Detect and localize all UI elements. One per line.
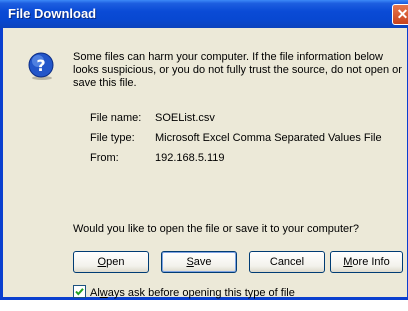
always-ask-label-accel: w: [99, 287, 108, 299]
open-button-accel: O: [97, 256, 107, 268]
from-label: From:: [90, 152, 119, 164]
always-ask-checkbox[interactable]: [73, 285, 86, 298]
file-name-row: File name: SOEList.csv: [90, 112, 215, 124]
title-bar[interactable]: File Download ✕: [0, 0, 408, 28]
file-name-value: SOEList.csv: [155, 112, 215, 124]
checkmark-icon: [75, 288, 84, 296]
always-ask-checkbox-row[interactable]: Always ask before opening this type of f…: [73, 285, 295, 299]
more-info-button[interactable]: More Info: [330, 251, 403, 273]
more-info-button-label: ore Info: [352, 256, 390, 268]
open-button[interactable]: Open: [73, 251, 149, 273]
question-icon: ?: [28, 52, 54, 80]
svg-text:?: ?: [36, 56, 45, 75]
close-button[interactable]: ✕: [392, 4, 408, 25]
file-type-label: File type:: [90, 132, 135, 144]
file-type-value: Microsoft Excel Comma Separated Values F…: [155, 132, 382, 144]
dialog-title: File Download: [8, 6, 97, 21]
always-ask-label-pre: Al: [90, 287, 100, 299]
file-name-label: File name:: [90, 112, 142, 124]
cancel-button[interactable]: Cancel: [249, 251, 325, 273]
file-type-row: File type: Microsoft Excel Comma Separate…: [90, 132, 382, 144]
open-or-save-question: Would you like to open the file or save …: [73, 223, 359, 235]
always-ask-label-rest: ays ask before opening this type of file: [107, 287, 295, 299]
save-button-accel: S: [186, 256, 194, 268]
warning-text: Some files can harm your computer. If th…: [73, 51, 402, 89]
from-row: From: 192.168.5.119: [90, 152, 225, 164]
from-value: 192.168.5.119: [155, 152, 225, 164]
save-button-label: ave: [193, 256, 212, 268]
open-button-label: pen: [106, 256, 125, 268]
save-button[interactable]: Save: [161, 251, 237, 273]
